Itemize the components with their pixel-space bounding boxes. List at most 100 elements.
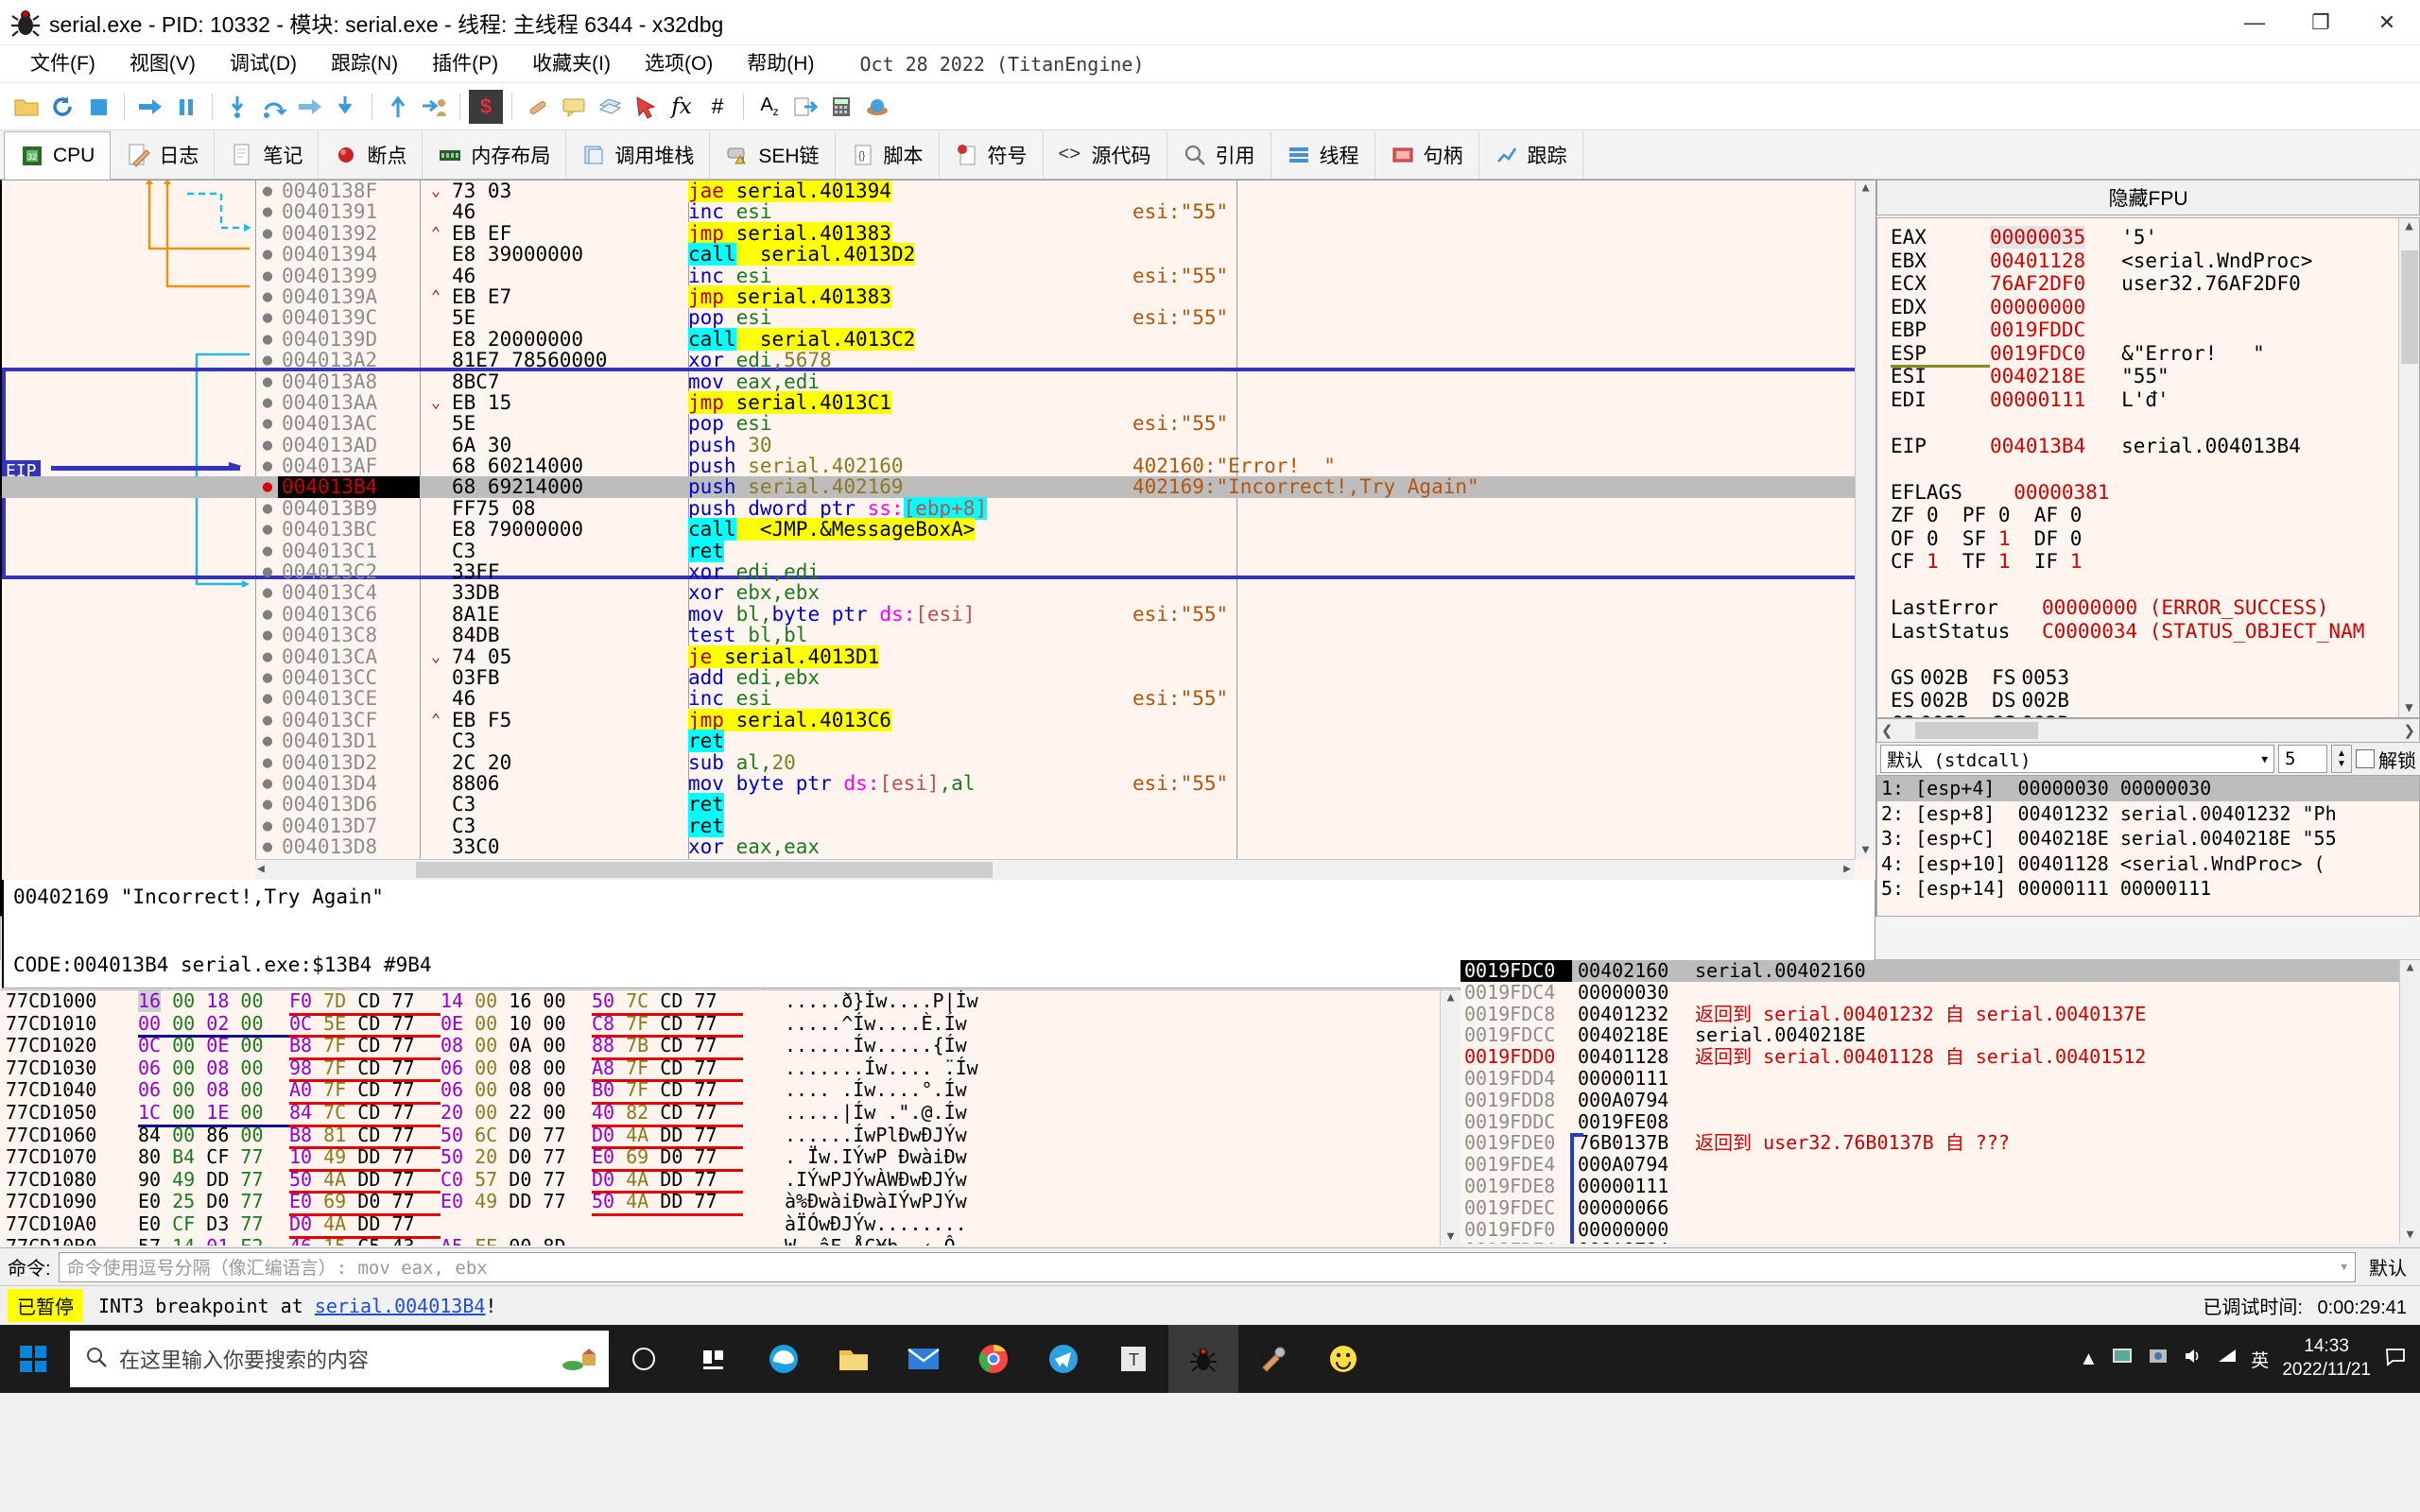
- stack-row[interactable]: 0019FDE4 000A0794: [1461, 1154, 2420, 1176]
- stack-comment[interactable]: [1687, 1154, 1695, 1176]
- register-laststatus[interactable]: LastStatus C0000034 (STATUS_OBJECT_NAM: [1891, 620, 2419, 644]
- t-icon[interactable]: T: [1098, 1325, 1168, 1393]
- instruction-comment[interactable]: 402169:"Incorrect!,Try Again": [1123, 476, 1479, 498]
- scrollbar-thumb[interactable]: [2401, 250, 2418, 364]
- disassembly-row[interactable]: ● 004013D2 2C 20 sub al,20: [2, 751, 1876, 773]
- instruction-text[interactable]: inc esi: [688, 201, 1123, 222]
- explorer-icon[interactable]: [819, 1325, 889, 1393]
- instruction-text[interactable]: xor edi,5678: [688, 350, 1123, 370]
- disassembly-row[interactable]: ● 004013B9 FF75 08 push dword ptr ss:[ebp+8…: [2, 496, 1876, 520]
- dump-address[interactable]: 77CD1010: [0, 1012, 132, 1036]
- instruction-address[interactable]: 0040139D: [278, 328, 420, 350]
- breakpoint-dot[interactable]: ●: [257, 329, 278, 350]
- tab-log[interactable]: 日志: [111, 131, 216, 179]
- register-ebp[interactable]: EBP 0019FDDC: [1891, 318, 2419, 342]
- registers-hscrollbar[interactable]: ❮ ❯: [1876, 718, 2420, 743]
- dump-row[interactable]: 77CD1090 E0 25 D0 77 E0 69 D0 77 E0 49 DD 7…: [0, 1191, 1461, 1216]
- stack-row[interactable]: 0019FDC0 00402160 serial.00402160: [1461, 960, 2420, 982]
- dump-address[interactable]: 77CD1060: [0, 1124, 132, 1147]
- breakpoint-dot[interactable]: ●: [257, 476, 278, 497]
- instruction-address[interactable]: 004013AC: [278, 413, 420, 435]
- instruction-text[interactable]: jmp serial.4013C1: [688, 390, 1123, 414]
- dump-ascii[interactable]: .IÝwPJÝwÀWÐwÐJÝw: [775, 1168, 967, 1192]
- disassembly-row[interactable]: ● 004013CC 03FB add edi,ebx: [2, 667, 1876, 689]
- dump-hex-group[interactable]: 80 B4 CF 77: [138, 1145, 289, 1169]
- instruction-bytes[interactable]: 03FB: [452, 667, 688, 689]
- dump-hex[interactable]: 16 00 18 00 F0 7D CD 77 14 00 16 00 50 7C C…: [132, 990, 775, 1016]
- dump-ascii[interactable]: .....ð}Íw....P|Íw: [775, 990, 978, 1013]
- dump-row[interactable]: 77CD1010 00 00 02 00 0C 5E CD 77 0E 00 10 0…: [0, 1012, 1461, 1039]
- dump-hex-group[interactable]: E0 25 D0 77: [138, 1191, 289, 1213]
- tab-notes[interactable]: 笔记: [215, 131, 320, 179]
- calling-convention-select[interactable]: 默认 (stdcall) ▼: [1880, 745, 2274, 773]
- stack-value[interactable]: 00000066: [1572, 1196, 1687, 1219]
- restart-icon[interactable]: [45, 90, 79, 124]
- dump-hex-group[interactable]: E0 CF D3 77: [138, 1212, 289, 1236]
- register-eflags[interactable]: EFLAGS 00000381: [1891, 481, 2419, 505]
- argument-row[interactable]: 4: [esp+10] 00401128 <serial.WndProc> (: [1877, 851, 2419, 877]
- instruction-bytes[interactable]: C3: [452, 540, 688, 561]
- stack-address[interactable]: 0019FDC8: [1461, 1003, 1572, 1025]
- disassembly-row[interactable]: ● 004013C2 33FF xor edi,edi: [2, 561, 1876, 583]
- instruction-comment[interactable]: esi:"55": [1123, 201, 1228, 223]
- instruction-address[interactable]: 004013C6: [278, 603, 420, 625]
- breakpoint-dot[interactable]: ●: [257, 794, 278, 815]
- instruction-bytes[interactable]: 5E: [452, 413, 688, 435]
- dump-address[interactable]: 77CD1040: [0, 1079, 132, 1102]
- spinner-down-icon[interactable]: ▼: [2337, 759, 2346, 769]
- close-button[interactable]: ✕: [2354, 0, 2420, 45]
- instruction-text[interactable]: pop esi: [688, 413, 1123, 434]
- flag-af[interactable]: AF 0: [2034, 504, 2083, 526]
- scroll-right-icon[interactable]: ❯: [2403, 722, 2415, 739]
- instruction-comment[interactable]: [1123, 816, 1132, 836]
- instruction-bytes[interactable]: 8BC7: [452, 370, 688, 392]
- dump-hex-group[interactable]: 50 4A DD 77: [592, 1191, 743, 1216]
- dump-ascii[interactable]: .....|Íw .".@.Íw: [775, 1101, 967, 1125]
- x32dbg-icon[interactable]: [1168, 1325, 1238, 1393]
- register-value[interactable]: 004013B4: [1990, 435, 2085, 457]
- dump-hex[interactable]: E0 CF D3 77 D0 4A DD 77: [132, 1212, 775, 1239]
- instruction-bytes[interactable]: FF75 08: [452, 497, 688, 519]
- stack-value[interactable]: 000A0794: [1572, 1154, 1687, 1176]
- instruction-bytes[interactable]: EB EF: [452, 222, 688, 244]
- instruction-address[interactable]: 004013CE: [278, 688, 420, 710]
- stack-value[interactable]: 0040218E: [1572, 1024, 1687, 1046]
- disassembly-row[interactable]: ● 004013C8 84DB test bl,bl: [2, 625, 1876, 646]
- dump-address[interactable]: 77CD1000: [0, 990, 132, 1013]
- instruction-address[interactable]: 004013AD: [278, 434, 420, 455]
- segment-ds[interactable]: DS: [1992, 689, 2021, 713]
- register-spacer-3[interactable]: [1891, 574, 2419, 597]
- instruction-comment[interactable]: [1123, 223, 1132, 244]
- register-spacer[interactable]: [1891, 411, 2419, 435]
- flags-row-0[interactable]: ZF 0 PF 0 AF 0: [1891, 504, 2419, 527]
- menu-trace[interactable]: 跟踪(N): [314, 45, 415, 83]
- instruction-text[interactable]: ret: [688, 814, 1123, 837]
- tab-source[interactable]: <> 源代码: [1043, 131, 1167, 179]
- stack-address[interactable]: 0019FDF0: [1461, 1218, 1572, 1241]
- status-link[interactable]: serial.004013B4: [315, 1295, 486, 1317]
- stack-row[interactable]: 0019FDDC 0019FE08: [1461, 1110, 2420, 1133]
- cortana-icon[interactable]: [562, 1341, 599, 1378]
- dump-scrollbar[interactable]: ▲ ▼: [1440, 990, 1461, 1246]
- instruction-comment[interactable]: [1123, 180, 1132, 201]
- stack-row[interactable]: 0019FDF0 00000000: [1461, 1218, 2420, 1241]
- stack-address[interactable]: 0019FDD4: [1461, 1068, 1572, 1090]
- flag-sf[interactable]: SF 1: [1962, 527, 2011, 550]
- taskbar-search[interactable]: 在这里输入你要搜索的内容: [70, 1331, 609, 1387]
- flag-df[interactable]: DF 0: [2034, 527, 2083, 550]
- instruction-address[interactable]: 004013D7: [278, 815, 420, 836]
- stack-comment[interactable]: 返回到 serial.00401128 自 serial.00401512: [1687, 1046, 2146, 1068]
- instruction-comment[interactable]: [1123, 392, 1132, 413]
- dump-ascii[interactable]: . ́Ïw.IÝwP ÐwàiÐw: [775, 1146, 967, 1169]
- patch-icon[interactable]: [521, 90, 555, 124]
- register-value[interactable]: 00000000: [1990, 296, 2085, 318]
- command-input[interactable]: 命令使用逗号分隔（像汇编语言）: mov eax, ebx ▼: [58, 1251, 2356, 1282]
- dump-address[interactable]: 77CD1020: [0, 1035, 132, 1057]
- menu-view[interactable]: 视图(V): [112, 45, 213, 83]
- menu-plugins[interactable]: 插件(P): [415, 45, 515, 83]
- stack-comment[interactable]: serial.00402160: [1687, 960, 1866, 982]
- stack-row[interactable]: 0019FDF4000A0794: [1461, 1240, 2420, 1244]
- dump-row[interactable]: 77CD1060 84 00 86 00 B8 81 CD 77 50 6C D0 7…: [0, 1124, 1461, 1150]
- dump-row[interactable]: 77CD1030 06 00 08 00 98 7F CD 77 06 00 08 0…: [0, 1057, 1461, 1083]
- stack-comment[interactable]: [1687, 1240, 1695, 1244]
